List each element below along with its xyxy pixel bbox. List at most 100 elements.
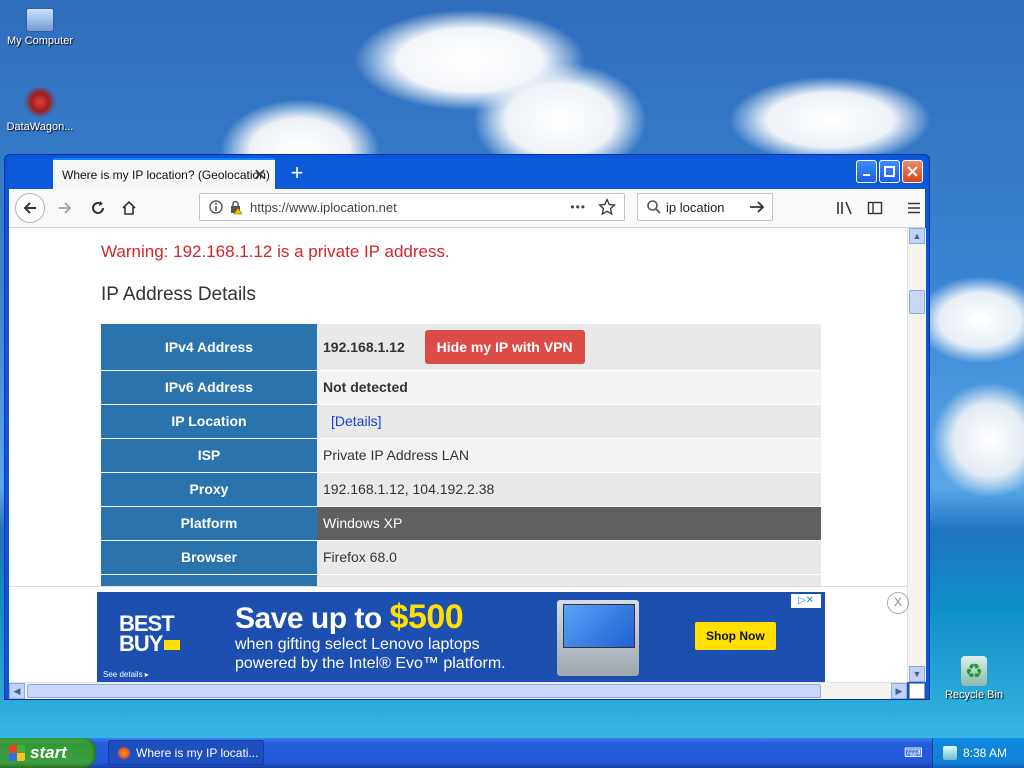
desktop-icon-label: Recycle Bin bbox=[944, 689, 1004, 701]
system-tray: 8:38 AM bbox=[932, 738, 1024, 768]
forward-button[interactable] bbox=[51, 194, 79, 222]
ad-headline-text: Save up to bbox=[235, 602, 390, 635]
ad-subtext: when gifting select Lenovo laptops bbox=[235, 636, 480, 653]
close-icon bbox=[907, 166, 918, 177]
home-button[interactable] bbox=[115, 194, 143, 222]
search-bar[interactable]: ip location bbox=[637, 193, 773, 221]
library-icon bbox=[837, 201, 852, 215]
row-value: Firefox 68.0 bbox=[317, 540, 821, 575]
new-tab-button[interactable]: + bbox=[285, 160, 309, 186]
firefox-icon bbox=[117, 745, 131, 760]
browser-window: Where is my IP location? (Geolocation) ✕… bbox=[4, 154, 930, 700]
row-label: Platform bbox=[101, 506, 317, 541]
reload-icon bbox=[92, 201, 104, 214]
minimize-button[interactable] bbox=[856, 160, 877, 183]
menu-button[interactable] bbox=[900, 194, 928, 222]
window-controls bbox=[856, 160, 923, 183]
scrollbar-thumb[interactable] bbox=[27, 684, 821, 698]
tab-active[interactable]: Where is my IP location? (Geolocation) ✕ bbox=[53, 158, 275, 189]
scroll-down-arrow-icon[interactable]: ▼ bbox=[909, 666, 925, 682]
row-label: IPv6 Address bbox=[101, 370, 317, 405]
tab-bar: Where is my IP location? (Geolocation) ✕… bbox=[9, 158, 925, 189]
desktop-icon-label: DataWagon... bbox=[6, 121, 74, 133]
taskbar: start Where is my IP locati... ⌨ 8:38 AM bbox=[0, 738, 1024, 768]
tab-close-icon[interactable]: ✕ bbox=[251, 165, 269, 185]
laptop-image bbox=[557, 600, 639, 676]
table-row: Browser Firefox 68.0 bbox=[101, 540, 821, 575]
keyboard-icon[interactable]: ⌨ bbox=[904, 745, 923, 761]
details-link[interactable]: [Details] bbox=[331, 413, 382, 429]
shop-now-button[interactable]: Shop Now bbox=[695, 622, 776, 650]
desktop-icon-recycle-bin[interactable]: Recycle Bin bbox=[934, 656, 1014, 701]
desktop-icon-datawagon[interactable]: DataWagon... bbox=[0, 86, 80, 133]
windows-logo-icon bbox=[9, 745, 25, 761]
vertical-scrollbar[interactable]: ▲ ▼ bbox=[907, 228, 926, 682]
info-icon[interactable] bbox=[208, 199, 224, 215]
taskbar-item-label: Where is my IP locati... bbox=[136, 745, 259, 760]
start-button[interactable]: start bbox=[0, 738, 96, 768]
row-label: IPv4 Address bbox=[101, 324, 317, 371]
see-details-link[interactable]: See details ▸ bbox=[103, 670, 149, 679]
back-button[interactable] bbox=[15, 193, 45, 223]
row-value: 192.168.1.12, 104.192.2.38 bbox=[317, 472, 821, 507]
library-button[interactable] bbox=[831, 194, 859, 222]
scroll-right-arrow-icon[interactable]: ▶ bbox=[891, 683, 907, 699]
table-row: Platform Windows XP bbox=[101, 506, 821, 541]
row-value bbox=[317, 574, 821, 586]
lock-warning-icon[interactable] bbox=[228, 199, 244, 215]
row-label: Proxy bbox=[101, 472, 317, 507]
row-value: Not detected bbox=[317, 370, 821, 405]
adchoices-icon[interactable]: ▷✕ bbox=[791, 594, 821, 608]
price-tag-icon bbox=[164, 640, 181, 651]
desktop-icon-label: My Computer bbox=[6, 35, 74, 47]
maximize-icon bbox=[884, 166, 895, 177]
scrollbar-thumb[interactable] bbox=[909, 290, 925, 314]
scrollbar-corner bbox=[909, 683, 925, 699]
ad-price: $500 bbox=[389, 598, 464, 636]
url-text: https://www.iplocation.net bbox=[250, 199, 397, 215]
network-icon[interactable] bbox=[943, 746, 957, 760]
taskbar-item-firefox[interactable]: Where is my IP locati... bbox=[108, 740, 264, 765]
sidebar-button[interactable] bbox=[861, 194, 889, 222]
search-go-arrow-icon[interactable] bbox=[748, 199, 766, 215]
tab-title: Where is my IP location? (Geolocation) bbox=[62, 167, 270, 182]
search-input[interactable]: ip location bbox=[666, 200, 748, 215]
ad-close-button[interactable]: X bbox=[887, 592, 909, 614]
row-label: IP Location bbox=[101, 404, 317, 439]
best-buy-logo: BEST BUY bbox=[119, 613, 181, 656]
table-row: IPv6 Address Not detected bbox=[101, 370, 821, 405]
table-row: IPv4 Address 192.168.1.12 Hide my IP wit… bbox=[101, 324, 821, 371]
navigation-toolbar: https://www.iplocation.net ••• ip locati… bbox=[9, 189, 925, 228]
page-actions-menu-icon[interactable]: ••• bbox=[570, 200, 586, 214]
close-window-button[interactable] bbox=[902, 160, 923, 183]
table-row: Proxy 192.168.1.12, 104.192.2.38 bbox=[101, 472, 821, 507]
horizontal-scrollbar[interactable]: ◀ ▶ bbox=[9, 682, 907, 699]
clock[interactable]: 8:38 AM bbox=[963, 746, 1007, 760]
laptop-screen bbox=[563, 604, 635, 648]
row-value: [Details] bbox=[317, 404, 821, 439]
ip-details-table: IPv4 Address 192.168.1.12 Hide my IP wit… bbox=[101, 324, 821, 586]
scroll-left-arrow-icon[interactable]: ◀ bbox=[9, 683, 25, 699]
hamburger-menu-icon bbox=[908, 202, 920, 214]
bookmark-star-icon[interactable] bbox=[598, 198, 616, 216]
ad-headline: Save up to $500 bbox=[235, 598, 464, 637]
private-ip-warning: Warning: 192.168.1.12 is a private IP ad… bbox=[101, 242, 450, 261]
hide-ip-vpn-button[interactable]: Hide my IP with VPN bbox=[424, 329, 585, 364]
reload-button[interactable] bbox=[84, 194, 112, 222]
maximize-button[interactable] bbox=[879, 160, 900, 183]
home-icon bbox=[122, 200, 136, 215]
ad-subtext: powered by the Intel® Evo™ platform. bbox=[235, 655, 506, 672]
desktop-icon-my-computer[interactable]: My Computer bbox=[0, 4, 80, 47]
address-bar[interactable]: https://www.iplocation.net ••• bbox=[199, 193, 625, 221]
scroll-up-arrow-icon[interactable]: ▲ bbox=[909, 228, 925, 244]
arrow-right-icon bbox=[59, 202, 72, 214]
row-value: 192.168.1.12 Hide my IP with VPN bbox=[317, 324, 821, 371]
search-icon bbox=[647, 200, 661, 214]
logo-text: BUY bbox=[119, 631, 163, 656]
table-row: IP Location [Details] bbox=[101, 404, 821, 439]
computer-icon bbox=[26, 8, 54, 32]
page-content: Warning: 192.168.1.12 is a private IP ad… bbox=[9, 228, 907, 586]
arrow-left-icon bbox=[23, 202, 36, 214]
best-buy-ad[interactable]: BEST BUY Save up to $500 when gifting se… bbox=[97, 592, 825, 682]
recycle-bin-icon bbox=[961, 656, 987, 686]
